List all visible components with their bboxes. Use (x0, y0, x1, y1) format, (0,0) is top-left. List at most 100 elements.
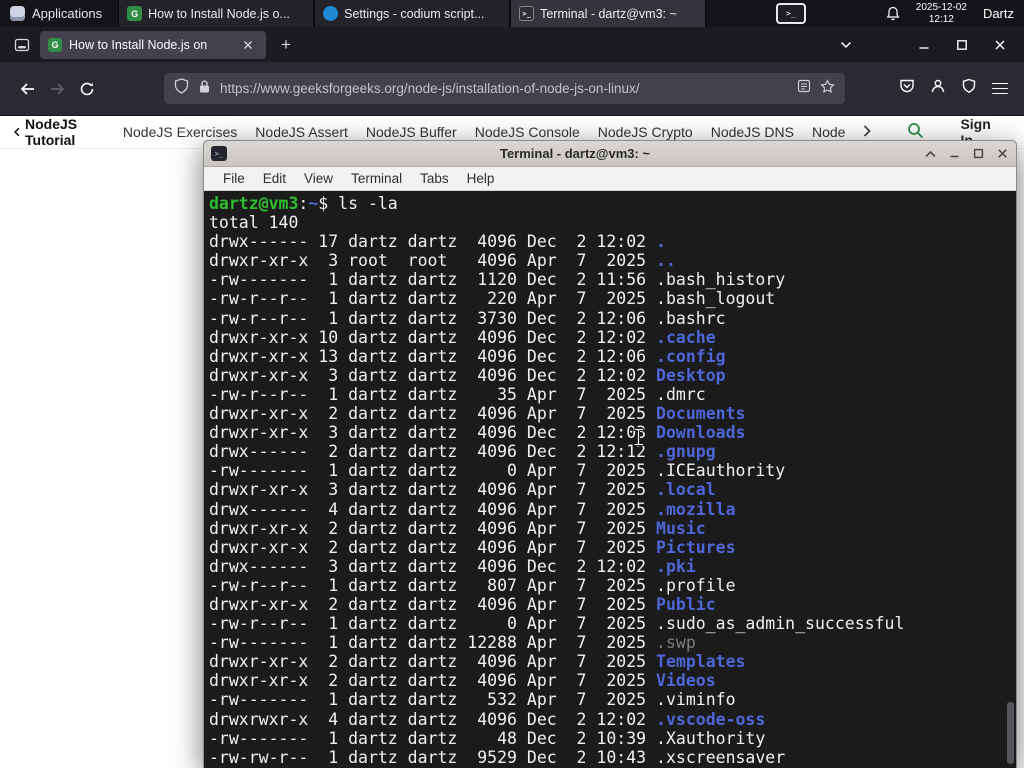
listing-columns: -rw-r--r-- 1 dartz dartz 807 Apr 7 2025 (209, 575, 657, 595)
terminal-minimize-icon[interactable] (947, 147, 961, 161)
terminal-output-line: -rw------- 1 dartz dartz 532 Apr 7 2025 … (209, 690, 1016, 709)
terminal-output-line: drwxr-xr-x 2 dartz dartz 4096 Apr 7 2025… (209, 404, 1016, 423)
terminal-titlebar[interactable]: >_ Terminal - dartz@vm3: ~ (204, 141, 1016, 167)
listing-filename: .vscode-oss (656, 709, 766, 729)
browser-tab[interactable]: G How to Install Node.js on (40, 30, 266, 59)
terminal-icon: >_ (519, 6, 535, 21)
toolbar-right-icons (899, 78, 1012, 99)
terminal-body[interactable]: dartz@vm3:~$ ls -la total 140 drwx------ … (204, 191, 1016, 768)
terminal-app-icon: >_ (211, 146, 227, 161)
terminal-listing: drwx------ 17 dartz dartz 4096 Dec 2 12:… (209, 232, 1016, 767)
listing-columns: drwxr-xr-x 10 dartz dartz 4096 Dec 2 12:… (209, 327, 657, 347)
listing-columns: -rw------- 1 dartz dartz 1120 Dec 2 11:5… (209, 270, 657, 290)
taskbar-window-button[interactable]: >_ Terminal - dartz@vm3: ~ (510, 0, 707, 27)
taskbar-window-list: G How to Install Node.js o... Settings - c… (118, 0, 707, 27)
window-minimize-icon[interactable] (916, 37, 932, 53)
site-nav-back-link[interactable]: NodeJS Tutorial (14, 116, 105, 148)
terminal-output-line: drwxr-xr-x 3 root root 4096 Apr 7 2025 .… (209, 251, 1016, 270)
listing-columns: -rw-r--r-- 1 dartz dartz 35 Apr 7 2025 (209, 384, 657, 404)
notification-bell-icon[interactable] (886, 6, 900, 21)
reader-view-icon[interactable] (797, 79, 811, 98)
lock-icon[interactable] (198, 79, 211, 99)
site-search-icon[interactable] (907, 122, 924, 142)
terminal-shade-icon[interactable] (923, 147, 937, 161)
terminal-menu-file[interactable]: File (214, 171, 254, 186)
listing-filename: .local (656, 480, 716, 500)
listing-columns: -rw-r--r-- 1 dartz dartz 3730 Dec 2 12:0… (209, 308, 657, 328)
terminal-close-icon[interactable] (995, 147, 1009, 161)
listing-filename: .cache (656, 327, 716, 347)
tabstrip-controls (838, 37, 1016, 53)
terminal-maximize-icon[interactable] (971, 147, 985, 161)
listing-columns: drwxr-xr-x 2 dartz dartz 4096 Apr 7 2025 (209, 594, 657, 614)
listing-filename: .xscreensaver (656, 747, 786, 767)
tray-terminal-icon[interactable]: >_ (775, 3, 806, 24)
listing-columns: drwxr-xr-x 2 dartz dartz 4096 Apr 7 2025 (209, 404, 657, 424)
window-close-icon[interactable] (992, 37, 1008, 53)
firefox-view-icon[interactable] (8, 32, 36, 58)
site-nav-scroll-right-icon[interactable] (863, 124, 872, 140)
site-nav-item[interactable]: NodeJS Crypto (598, 124, 693, 140)
forward-icon[interactable] (42, 74, 72, 104)
terminal-menu-tabs[interactable]: Tabs (411, 171, 458, 186)
listing-filename: .config (656, 346, 726, 366)
menu-icon[interactable] (992, 82, 1008, 95)
listing-filename: .bash_logout (656, 289, 776, 309)
terminal-total-line: total 140 (209, 213, 299, 233)
terminal-menu-edit[interactable]: Edit (254, 171, 295, 186)
site-nav-item[interactable]: Node (812, 124, 845, 140)
terminal-output-line: -rw------- 1 dartz dartz 1120 Dec 2 11:5… (209, 270, 1016, 289)
clock-time: 12:12 (928, 13, 954, 25)
listing-columns: -rw-rw-r-- 1 dartz dartz 9529 Dec 2 10:4… (209, 747, 657, 767)
taskbar-window-title: Settings - codium script... (344, 6, 485, 21)
applications-menu[interactable]: Applications (0, 0, 112, 27)
terminal-scrollbar[interactable] (1006, 191, 1015, 768)
prompt-user: dartz@vm3 (209, 194, 299, 213)
site-nav-item[interactable]: NodeJS DNS (711, 124, 794, 140)
listing-columns: -rw------- 1 dartz dartz 12288 Apr 7 202… (209, 633, 657, 653)
listing-filename: .. (656, 251, 676, 271)
pocket-icon[interactable] (899, 78, 915, 99)
clock[interactable]: 2025-12-02 12:12 (916, 2, 967, 26)
bookmark-star-icon[interactable] (820, 78, 835, 99)
listing-filename: Documents (656, 404, 746, 424)
tab-close-icon[interactable] (238, 35, 258, 55)
tracking-shield-icon[interactable] (174, 78, 189, 99)
listing-filename: .viminfo (656, 690, 736, 710)
terminal-menu-help[interactable]: Help (458, 171, 504, 186)
site-nav-item[interactable]: NodeJS Buffer (366, 124, 457, 140)
site-nav-item[interactable]: NodeJS Assert (255, 124, 348, 140)
listing-filename: Desktop (656, 365, 726, 385)
list-all-tabs-icon[interactable] (838, 37, 854, 53)
listing-filename: .bashrc (656, 308, 726, 328)
listing-columns: -rw------- 1 dartz dartz 48 Dec 2 10:39 (209, 728, 657, 748)
listing-filename: Music (656, 518, 706, 538)
terminal-output-line: -rw------- 1 dartz dartz 12288 Apr 7 202… (209, 633, 1016, 652)
prompt-dollar: $ (318, 194, 329, 213)
listing-columns: drwxr-xr-x 13 dartz dartz 4096 Dec 2 12:… (209, 346, 657, 366)
reload-icon[interactable] (72, 74, 102, 104)
taskbar-window-button[interactable]: Settings - codium script... (314, 0, 511, 27)
prompt-separator: : (298, 194, 309, 213)
terminal-titlebar-buttons (923, 147, 1009, 161)
taskbar-window-button[interactable]: G How to Install Node.js o... (118, 0, 315, 27)
site-nav-item[interactable]: NodeJS Console (475, 124, 580, 140)
desktop: Applications G How to Install Node.js o..… (0, 0, 1024, 768)
site-nav-item[interactable]: NodeJS Exercises (123, 124, 237, 140)
terminal-menu-view[interactable]: View (295, 171, 342, 186)
listing-columns: drwxr-xr-x 3 dartz dartz 4096 Dec 2 12:0… (209, 423, 657, 443)
new-tab-button[interactable]: + (276, 35, 296, 55)
terminal-scrollbar-thumb[interactable] (1007, 702, 1014, 764)
codium-icon (323, 6, 339, 21)
listing-filename: .profile (656, 575, 736, 595)
account-icon[interactable] (930, 78, 946, 99)
url-bar[interactable]: https://www.geeksforgeeks.org/node-js/in… (164, 73, 845, 104)
window-maximize-icon[interactable] (954, 37, 970, 53)
extension-icon[interactable] (961, 78, 977, 99)
listing-filename: .gnupg (656, 442, 716, 462)
terminal-menu-terminal[interactable]: Terminal (342, 171, 411, 186)
terminal-output-line: -rw-r--r-- 1 dartz dartz 0 Apr 7 2025 .s… (209, 614, 1016, 633)
listing-columns: drwx------ 4 dartz dartz 4096 Apr 7 2025 (209, 499, 657, 519)
back-icon[interactable] (12, 74, 42, 104)
listing-columns: drwx------ 3 dartz dartz 4096 Dec 2 12:0… (209, 556, 657, 576)
